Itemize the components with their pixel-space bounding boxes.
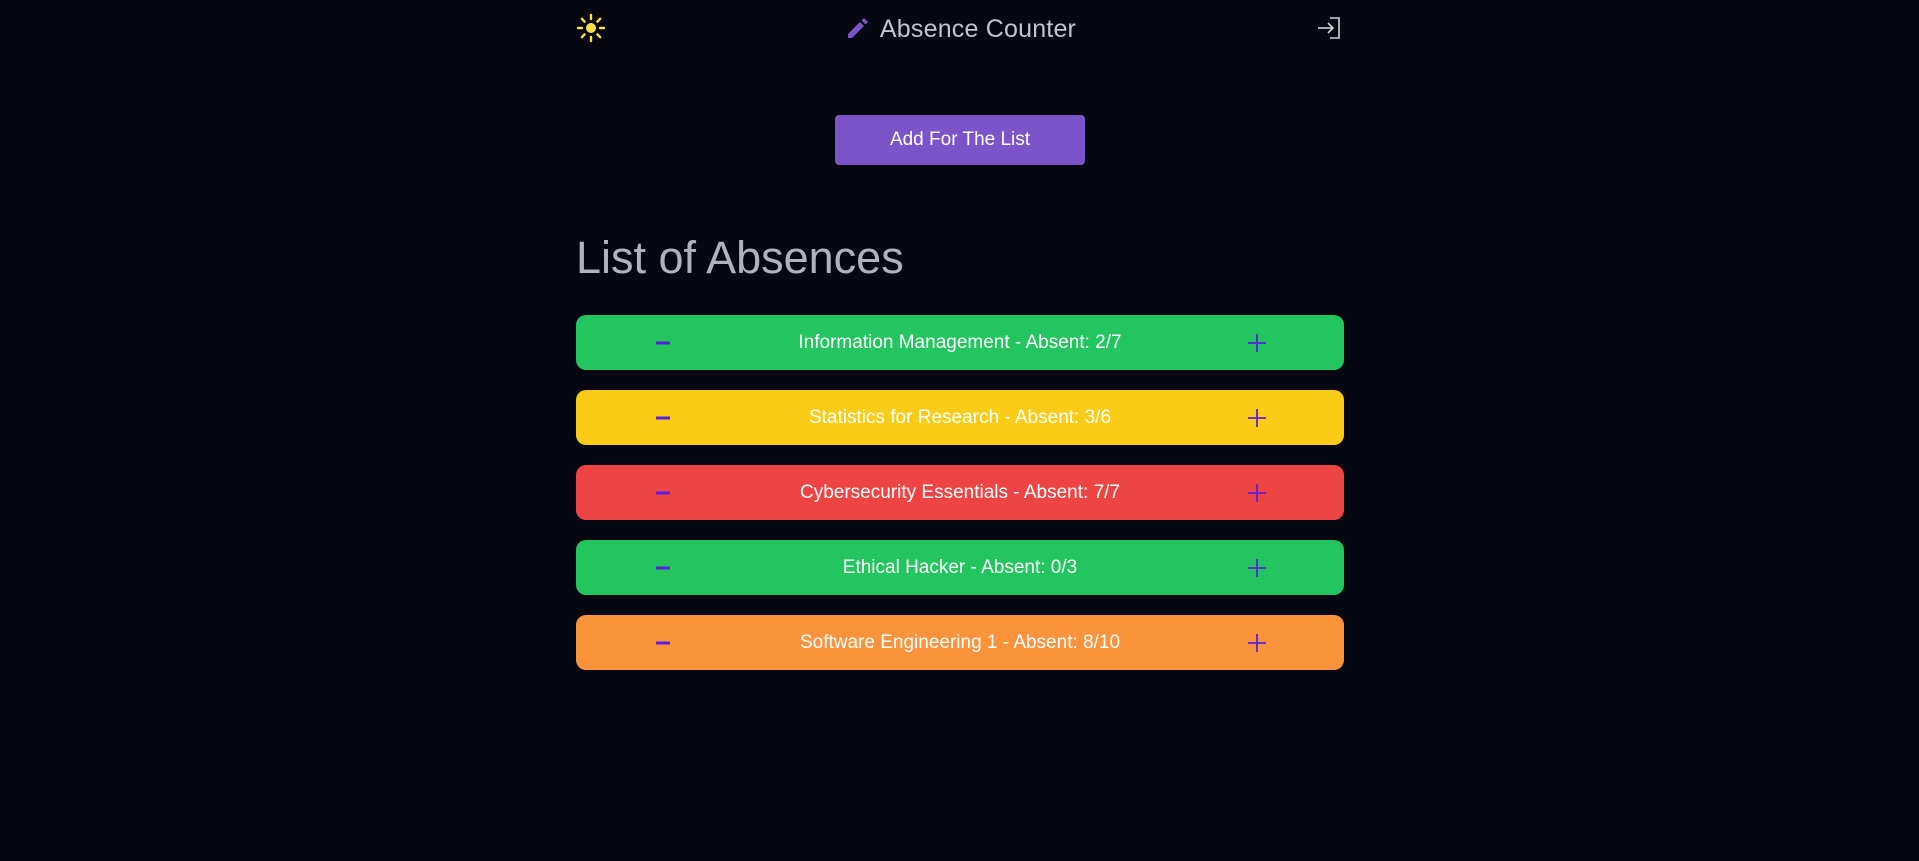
increment-button[interactable] [1229,540,1284,595]
absence-row: Cybersecurity Essentials - Absent: 7/7 [576,465,1344,520]
increment-button[interactable] [1229,390,1284,445]
decrement-button[interactable] [635,390,690,445]
decrement-button[interactable] [635,615,690,670]
pencil-icon [844,14,870,45]
plus-icon [1247,633,1266,652]
absence-row: Statistics for Research - Absent: 3/6 [576,390,1344,445]
sign-in-icon[interactable] [1314,13,1344,43]
plus-icon [1247,333,1266,352]
plus-icon [1247,408,1266,427]
minus-icon [655,491,670,494]
minus-icon [655,341,670,344]
minus-icon [655,416,670,419]
minus-icon [655,641,670,644]
absence-row: Software Engineering 1 - Absent: 8/10 [576,615,1344,670]
absence-row: Information Management - Absent: 2/7 [576,315,1344,370]
app-title: Absence Counter [879,14,1077,43]
minus-icon [655,566,670,569]
add-for-the-list-button[interactable]: Add For The List [835,115,1085,165]
absence-list: Information Management - Absent: 2/7 Stat… [576,315,1344,690]
absence-row-label: Information Management - Absent: 2/7 [798,331,1122,353]
increment-button[interactable] [1229,465,1284,520]
absence-row-label: Statistics for Research - Absent: 3/6 [808,406,1112,428]
decrement-button[interactable] [635,315,690,370]
absence-row: Ethical Hacker - Absent: 0/3 [576,540,1344,595]
list-heading: List of Absences [576,232,904,283]
increment-button[interactable] [1229,615,1284,670]
absence-row-label: Software Engineering 1 - Absent: 8/10 [799,631,1121,653]
header: Absence Counter [576,10,1344,48]
absence-row-label: Cybersecurity Essentials - Absent: 7/7 [800,481,1120,503]
plus-icon [1247,483,1266,502]
absence-row-label: Ethical Hacker - Absent: 0/3 [842,556,1078,578]
decrement-button[interactable] [635,465,690,520]
decrement-button[interactable] [635,540,690,595]
app: Absence Counter Add For The List List of… [0,0,1919,861]
brand: Absence Counter [576,10,1344,48]
increment-button[interactable] [1229,315,1284,370]
plus-icon [1247,558,1266,577]
